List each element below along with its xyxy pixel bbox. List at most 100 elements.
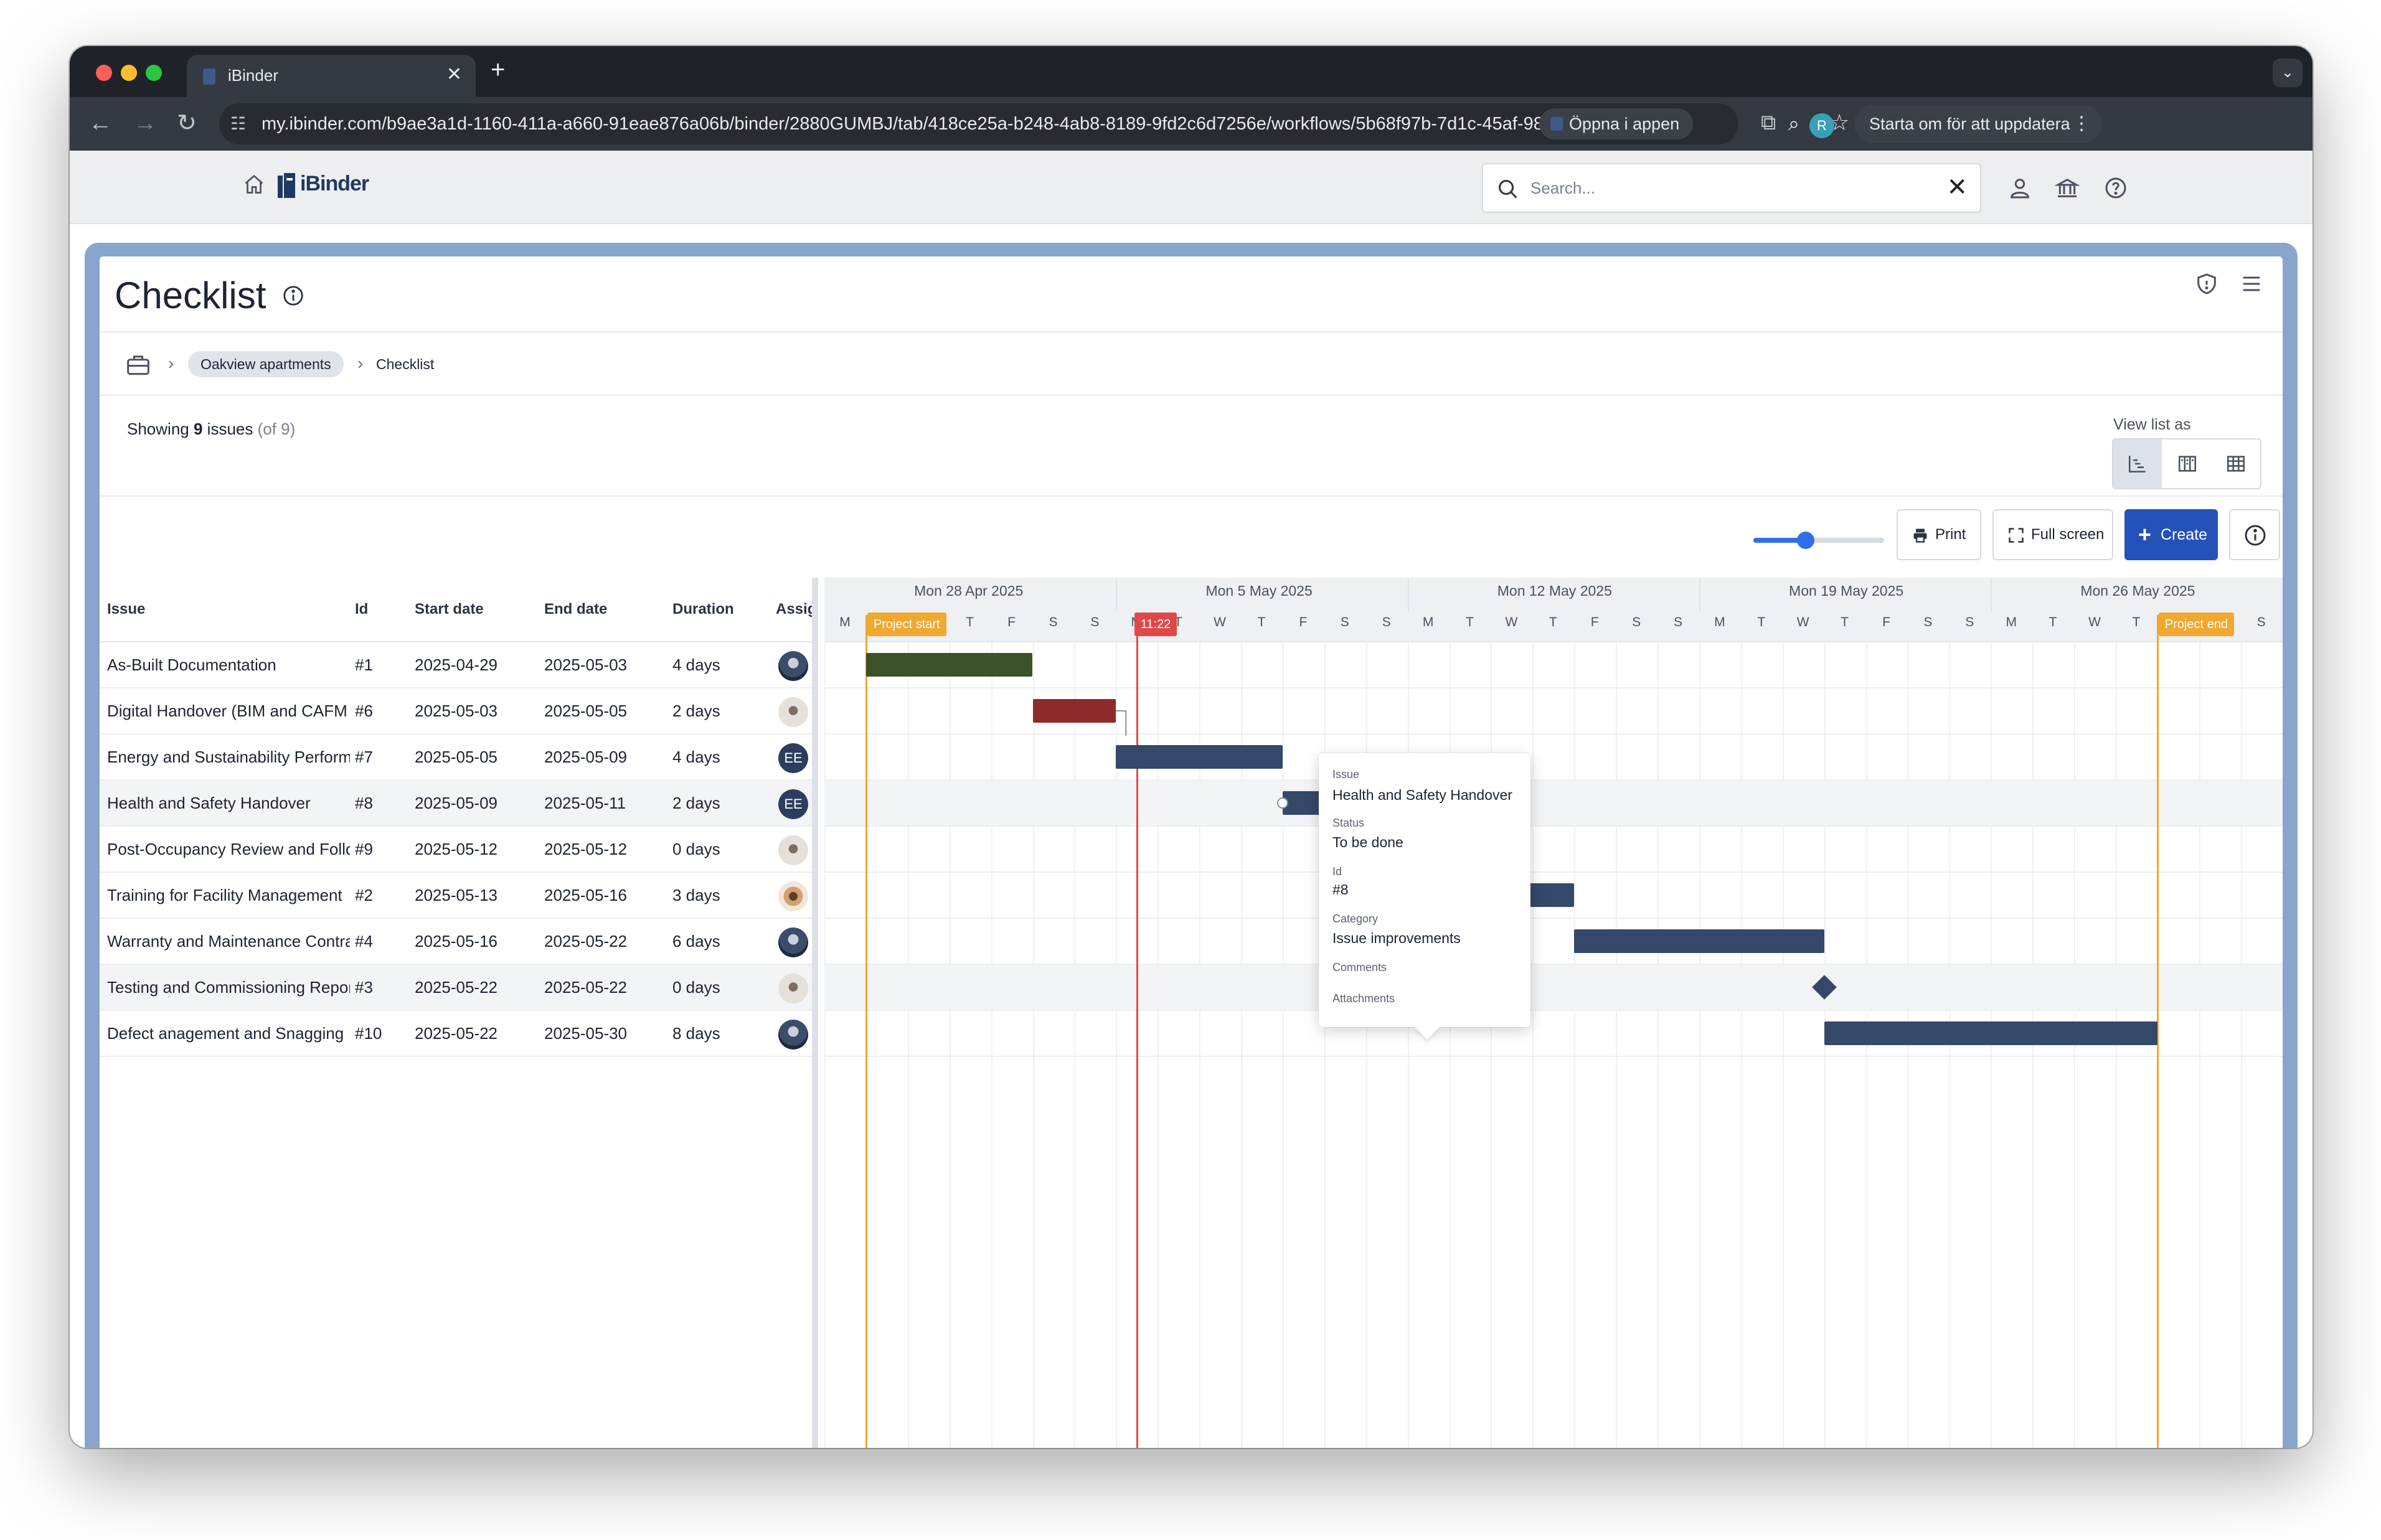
expand-corners-icon: [2009, 528, 2024, 543]
user-icon[interactable]: [2007, 176, 2032, 200]
cell-issue: Digital Handover (BIM and CAFM: [107, 702, 347, 720]
assignee-avatar[interactable]: [778, 651, 808, 681]
tab-close-icon[interactable]: ✕: [446, 63, 462, 85]
profile-avatar[interactable]: R: [1809, 113, 1834, 138]
create-button[interactable]: + Create: [2124, 509, 2218, 560]
cell-issue: Energy and Sustainability Performance: [107, 748, 350, 766]
home-icon[interactable]: [243, 173, 265, 195]
cell-start-date: 2025-05-22: [415, 1024, 497, 1043]
showing-word: issues: [207, 420, 253, 438]
cell-start-date: 2025-05-12: [415, 840, 497, 858]
info-icon[interactable]: [281, 284, 305, 308]
plus-icon: +: [2138, 522, 2152, 547]
window-maximize-button[interactable]: [146, 65, 162, 81]
cell-end-date: 2025-05-12: [544, 840, 627, 858]
cell-id: #4: [355, 932, 373, 951]
address-bar: ← → ↻ ☷ my.ibinder.com/b9ae3a1d-1160-411…: [70, 97, 2313, 151]
table-row[interactable]: Training for Facility Management #2 2025-0…: [100, 873, 812, 919]
window-close-button[interactable]: [96, 65, 112, 81]
table-row[interactable]: Warranty and Maintenance Contracts #4 2025…: [100, 919, 812, 965]
clear-search-icon[interactable]: ✕: [1946, 173, 1968, 202]
back-arrow-icon[interactable]: ←: [88, 110, 112, 137]
table-view-button[interactable]: [2212, 439, 2260, 488]
extensions-puzzle-icon[interactable]: ⧉: [1761, 111, 1776, 135]
reload-icon[interactable]: ↻: [177, 110, 197, 137]
assignee-avatar[interactable]: [778, 927, 808, 957]
table-row[interactable]: Testing and Commissioning Reports #3 2025-…: [100, 965, 812, 1011]
column-header-end-date[interactable]: End date: [544, 578, 607, 641]
magnifier-zoom-icon[interactable]: ⌕: [1788, 112, 1799, 136]
relaunch-update-button[interactable]: Starta om för att uppdatera ⋮: [1854, 105, 2102, 143]
assignee-avatar[interactable]: [778, 1020, 808, 1049]
assignee-avatar[interactable]: [778, 697, 808, 727]
cell-issue: Warranty and Maintenance Contracts: [107, 932, 350, 951]
tab-strip: iBinder ✕ + ⌄: [70, 46, 2313, 97]
assignee-avatar[interactable]: [778, 881, 808, 911]
full-screen-label: Full screen: [2031, 526, 2105, 543]
column-header-assignee[interactable]: Assignee: [776, 578, 812, 641]
assignee-avatar[interactable]: [778, 835, 808, 865]
zoom-slider-handle[interactable]: [1797, 532, 1814, 549]
open-in-app-label: Öppna i appen: [1569, 115, 1680, 133]
zoom-slider[interactable]: [1753, 528, 1884, 553]
cell-start-date: 2025-05-05: [415, 748, 497, 766]
tab-search-chevron-icon[interactable]: ⌄: [2273, 59, 2303, 87]
cell-duration: 8 days: [672, 1024, 720, 1043]
assignee-avatar[interactable]: [778, 974, 808, 1003]
table-row[interactable]: Digital Handover (BIM and CAFM #6 2025-05-…: [100, 688, 812, 735]
table-row[interactable]: Defect anagement and Snagging #10 2025-05-…: [100, 1011, 812, 1057]
table-row[interactable]: Health and Safety Handover #8 2025-05-09 20…: [100, 781, 812, 827]
tooltip-comments-label: Comments: [1332, 961, 1387, 974]
column-header-start-date[interactable]: Start date: [415, 578, 484, 641]
window-minimize-button[interactable]: [121, 65, 137, 81]
url-text[interactable]: my.ibinder.com/b9ae3a1d-1160-411a-a660-9…: [262, 114, 1568, 134]
help-question-icon[interactable]: [2103, 176, 2128, 200]
search-input[interactable]: [1530, 176, 1929, 200]
view-list-as-label: View list as: [2113, 416, 2191, 433]
url-bar[interactable]: ☷ my.ibinder.com/b9ae3a1d-1160-411a-a660…: [219, 103, 1849, 144]
column-header-id[interactable]: Id: [355, 578, 368, 641]
cell-start-date: 2025-05-16: [415, 932, 497, 951]
full-screen-button[interactable]: Full screen: [1992, 509, 2113, 560]
column-header-issue[interactable]: Issue: [107, 578, 145, 641]
kanban-board-icon: [2178, 456, 2197, 472]
hamburger-menu-icon[interactable]: [2239, 271, 2264, 296]
forward-arrow-icon[interactable]: →: [133, 110, 157, 137]
table-row[interactable]: Energy and Sustainability Performance #7 2…: [100, 735, 812, 781]
cell-end-date: 2025-05-09: [544, 748, 627, 766]
table-row[interactable]: Post-Occupancy Review and Follow-up #9 202…: [100, 827, 812, 873]
gantt-view-button[interactable]: [2113, 439, 2162, 488]
tab-title: iBinder: [228, 66, 278, 85]
cell-start-date: 2025-05-03: [415, 702, 497, 720]
site-settings-icon[interactable]: ☷: [230, 113, 246, 134]
cell-id: #2: [355, 886, 373, 904]
breadcrumb-project-link[interactable]: Oakview apartments: [188, 351, 344, 377]
dependency-link: [1116, 710, 1127, 736]
board-view-button[interactable]: [2163, 439, 2212, 488]
cell-id: #1: [355, 655, 373, 674]
search-box[interactable]: ✕: [1482, 163, 1981, 213]
gantt-info-button[interactable]: [2229, 509, 2280, 560]
cell-id: #7: [355, 748, 373, 766]
briefcase-icon[interactable]: [126, 354, 151, 376]
more-vertical-icon[interactable]: ⋮: [2072, 105, 2091, 143]
cell-start-date: 2025-05-09: [415, 794, 497, 812]
dependency-links: [1116, 710, 1408, 839]
link-handle[interactable]: [1276, 797, 1288, 809]
assignee-avatar[interactable]: EE: [778, 789, 808, 819]
new-tab-icon[interactable]: +: [491, 56, 505, 84]
tooltip-category-value: Issue improvements: [1332, 930, 1461, 946]
assignee-avatar[interactable]: EE: [778, 743, 808, 773]
showing-total: (of 9): [257, 420, 296, 438]
shield-icon[interactable]: [2194, 271, 2219, 296]
open-in-app-button[interactable]: Öppna i appen: [1539, 108, 1694, 139]
print-button[interactable]: Print: [1897, 509, 1981, 560]
browser-tab[interactable]: iBinder ✕: [187, 55, 476, 97]
checklist-panel: Checklist › Oakview apartments › Checkli…: [100, 256, 2283, 1448]
organization-bank-icon[interactable]: [2055, 176, 2080, 200]
cell-duration: 0 days: [672, 840, 720, 858]
table-row[interactable]: As-Built Documentation #1 2025-04-29 2025-0…: [100, 642, 812, 688]
column-header-duration[interactable]: Duration: [672, 578, 734, 641]
cell-end-date: 2025-05-30: [544, 1024, 627, 1043]
cell-id: #10: [355, 1024, 382, 1043]
